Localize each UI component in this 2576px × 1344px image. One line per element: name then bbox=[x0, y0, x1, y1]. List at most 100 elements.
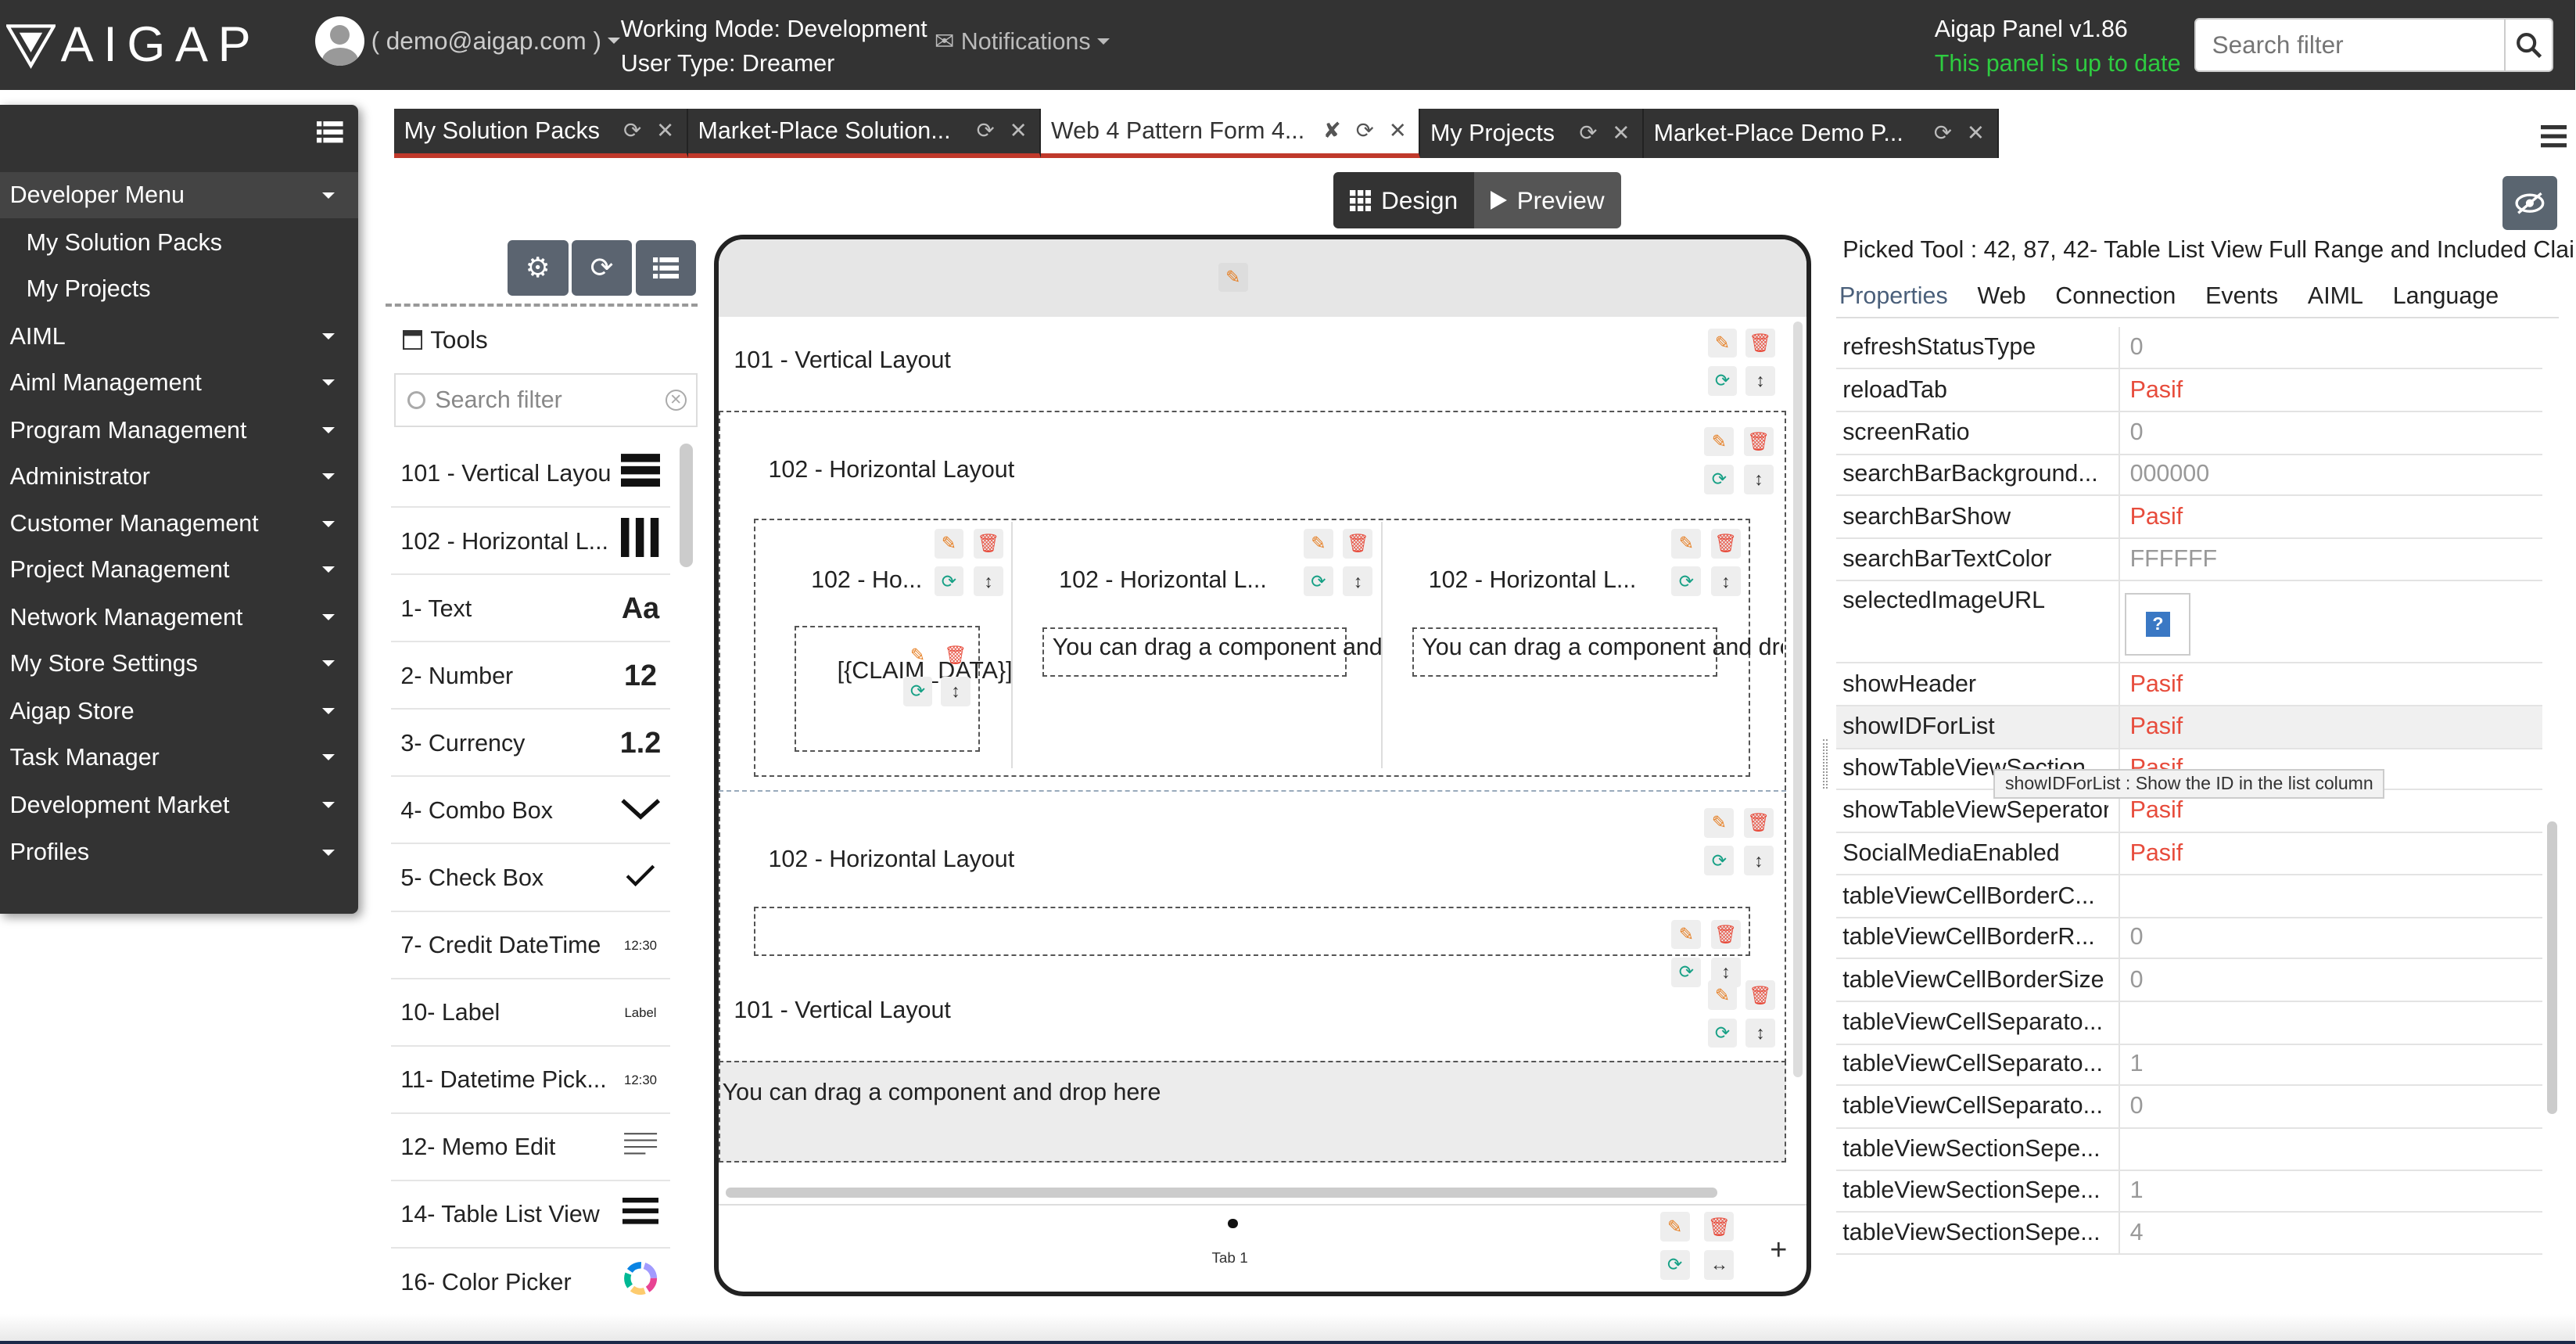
hide-panel-button[interactable] bbox=[2502, 175, 2557, 230]
tool-item[interactable]: 4- Combo Box bbox=[390, 778, 670, 845]
panel-resizer[interactable] bbox=[1823, 738, 1828, 789]
property-row[interactable]: showIDForList Pasif bbox=[1835, 706, 2542, 749]
refresh-icon[interactable]: ⟳ bbox=[1353, 119, 1376, 142]
tools-search-input[interactable]: Search filter ✕ bbox=[393, 372, 698, 427]
property-value[interactable]: 0 bbox=[2118, 412, 2542, 454]
tab-connection[interactable]: Connection bbox=[2052, 276, 2179, 318]
edit-button[interactable]: ✎ bbox=[934, 528, 964, 559]
tab-aiml[interactable]: AIML bbox=[2305, 276, 2366, 318]
tool-item[interactable]: 11- Datetime Pick... 12:30 bbox=[390, 1048, 670, 1114]
refresh-icon[interactable]: ⟳ bbox=[974, 119, 996, 142]
menu-administrator[interactable]: Administrator bbox=[0, 454, 358, 500]
refresh-button[interactable]: ⟳ bbox=[934, 566, 964, 596]
property-row[interactable]: tableViewSectionSepe... 4 bbox=[1835, 1212, 2542, 1256]
menu-aiml[interactable]: AIML bbox=[0, 314, 358, 360]
property-value[interactable]: FFFFFF bbox=[2118, 538, 2542, 580]
delete-button[interactable]: 🗑 bbox=[1710, 528, 1741, 559]
refresh-button[interactable]: ⟳ bbox=[1704, 464, 1735, 494]
delete-button[interactable]: 🗑 bbox=[973, 528, 1003, 559]
delete-button[interactable]: 🗑 bbox=[1710, 919, 1741, 950]
property-row[interactable]: tableViewSectionSepe... 1 bbox=[1835, 1170, 2542, 1213]
menu-program-management[interactable]: Program Management bbox=[0, 408, 358, 454]
tool-item[interactable]: 2- Number 12 bbox=[390, 644, 670, 710]
add-tab-button[interactable]: + bbox=[1762, 1234, 1795, 1267]
move-button[interactable]: ↕ bbox=[1343, 566, 1373, 596]
property-value[interactable]: 0 bbox=[2118, 326, 2542, 368]
edit-button[interactable]: ✎ bbox=[1304, 528, 1333, 559]
menu-my-solution-packs[interactable]: My Solution Packs bbox=[0, 220, 358, 266]
property-row[interactable]: showHeader Pasif bbox=[1835, 663, 2542, 706]
tool-item[interactable]: 16- Color Picker bbox=[390, 1250, 670, 1317]
tool-item[interactable]: 102 - Horizontal L... bbox=[390, 509, 670, 575]
preview-button[interactable]: Preview bbox=[1474, 172, 1621, 228]
tool-item[interactable]: 10- Label Label bbox=[390, 981, 670, 1047]
move-button[interactable]: ↕ bbox=[1745, 1018, 1775, 1048]
close-icon[interactable]: ✕ bbox=[1386, 119, 1408, 142]
property-row[interactable]: tableViewCellSeparato... 1 bbox=[1835, 1043, 2542, 1087]
move-button[interactable]: ↕ bbox=[973, 566, 1003, 596]
property-value[interactable] bbox=[2118, 1128, 2542, 1170]
panel-menu-icon[interactable] bbox=[2540, 124, 2567, 148]
property-row[interactable]: searchBarBackground... 000000 bbox=[1835, 453, 2542, 497]
clear-icon[interactable]: ✕ bbox=[665, 389, 687, 411]
property-row[interactable]: tableViewCellSeparato... 0 bbox=[1835, 1086, 2542, 1129]
tab-my-projects[interactable]: My Projects ⟳ ✕ bbox=[1420, 108, 1645, 158]
edit-button[interactable]: ✎ bbox=[1707, 980, 1738, 1011]
horizontal-scrollbar[interactable] bbox=[725, 1187, 1718, 1198]
move-button[interactable]: ↕ bbox=[940, 676, 970, 706]
property-row[interactable]: SocialMediaEnabled Pasif bbox=[1835, 832, 2542, 876]
property-row[interactable]: searchBarTextColor FFFFFF bbox=[1835, 538, 2542, 582]
property-value[interactable] bbox=[2118, 1002, 2542, 1044]
settings-button[interactable]: ⚙ bbox=[507, 239, 569, 296]
property-value[interactable]: Pasif bbox=[2118, 496, 2542, 537]
refresh-icon[interactable]: ⟳ bbox=[1577, 121, 1599, 144]
menu-list-icon[interactable] bbox=[317, 120, 343, 146]
edit-button[interactable]: ✎ bbox=[1704, 807, 1735, 838]
property-value[interactable]: Pasif bbox=[2118, 706, 2542, 748]
edit-header-button[interactable]: ✎ bbox=[1218, 262, 1248, 293]
top-search-input[interactable] bbox=[2194, 18, 2506, 73]
refresh-button[interactable]: ⟳ bbox=[1671, 566, 1702, 596]
refresh-button[interactable]: ⟳ bbox=[1304, 566, 1333, 596]
delete-button[interactable]: 🗑 bbox=[1743, 807, 1774, 838]
design-button[interactable]: Design bbox=[1333, 172, 1475, 228]
tool-item[interactable]: 5- Check Box bbox=[390, 846, 670, 912]
property-row[interactable]: tableViewCellSeparato... bbox=[1835, 1002, 2542, 1045]
move-button[interactable]: ↕ bbox=[1710, 566, 1741, 596]
edit-button[interactable]: ✎ bbox=[1707, 328, 1738, 358]
property-value[interactable]: Pasif bbox=[2118, 832, 2542, 875]
tab-language[interactable]: Language bbox=[2390, 276, 2502, 318]
refresh-button[interactable]: ⟳ bbox=[1707, 365, 1738, 396]
menu-development-market[interactable]: Development Market bbox=[0, 782, 358, 828]
tools-scrollbar[interactable] bbox=[680, 444, 694, 567]
tool-item[interactable]: 101 - Vertical Layout bbox=[390, 442, 670, 508]
property-row[interactable]: reloadTab Pasif bbox=[1835, 369, 2542, 413]
property-row[interactable]: refreshStatusType 0 bbox=[1835, 326, 2542, 370]
tab-properties[interactable]: Properties bbox=[1836, 276, 1951, 318]
refresh-icon[interactable]: ⟳ bbox=[621, 119, 644, 142]
refresh-tab-button[interactable]: ⟳ bbox=[1659, 1249, 1690, 1280]
tab-web-4-pattern-form[interactable]: Web 4 Pattern Form 4... ✘ ⟳ ✕ bbox=[1041, 108, 1421, 158]
property-value[interactable]: Pasif bbox=[2118, 663, 2542, 705]
tool-item[interactable]: 12- Memo Edit bbox=[390, 1116, 670, 1181]
edit-button[interactable]: ✎ bbox=[1704, 426, 1735, 457]
property-row[interactable]: tableViewCellBorderC... bbox=[1835, 875, 2542, 918]
menu-network-management[interactable]: Network Management bbox=[0, 595, 358, 641]
tool-item[interactable]: 14- Table List View bbox=[390, 1183, 670, 1249]
aigap-logo[interactable]: AIGAP bbox=[6, 16, 285, 72]
edit-tab-button[interactable]: ✎ bbox=[1659, 1212, 1690, 1242]
close-icon[interactable]: ✕ bbox=[654, 119, 676, 142]
property-row[interactable]: screenRatio 0 bbox=[1835, 412, 2542, 455]
tab-events[interactable]: Events bbox=[2202, 276, 2281, 318]
tool-item[interactable]: 1- Text Aa bbox=[390, 577, 670, 643]
property-row[interactable]: searchBarShow Pasif bbox=[1835, 496, 2542, 539]
refresh-button[interactable]: ⟳ bbox=[1707, 1018, 1738, 1048]
edit-button[interactable]: ✎ bbox=[1671, 528, 1702, 559]
property-value[interactable]: 1 bbox=[2118, 1170, 2542, 1211]
selected-image-preview[interactable]: ? bbox=[2125, 593, 2191, 656]
edit-button[interactable]: ✎ bbox=[903, 641, 933, 670]
move-button[interactable]: ↕ bbox=[1743, 846, 1774, 875]
vertical-scrollbar[interactable] bbox=[1792, 322, 1803, 1078]
property-value[interactable]: 0 bbox=[2118, 959, 2542, 1001]
properties-scrollbar[interactable] bbox=[2547, 821, 2557, 1114]
